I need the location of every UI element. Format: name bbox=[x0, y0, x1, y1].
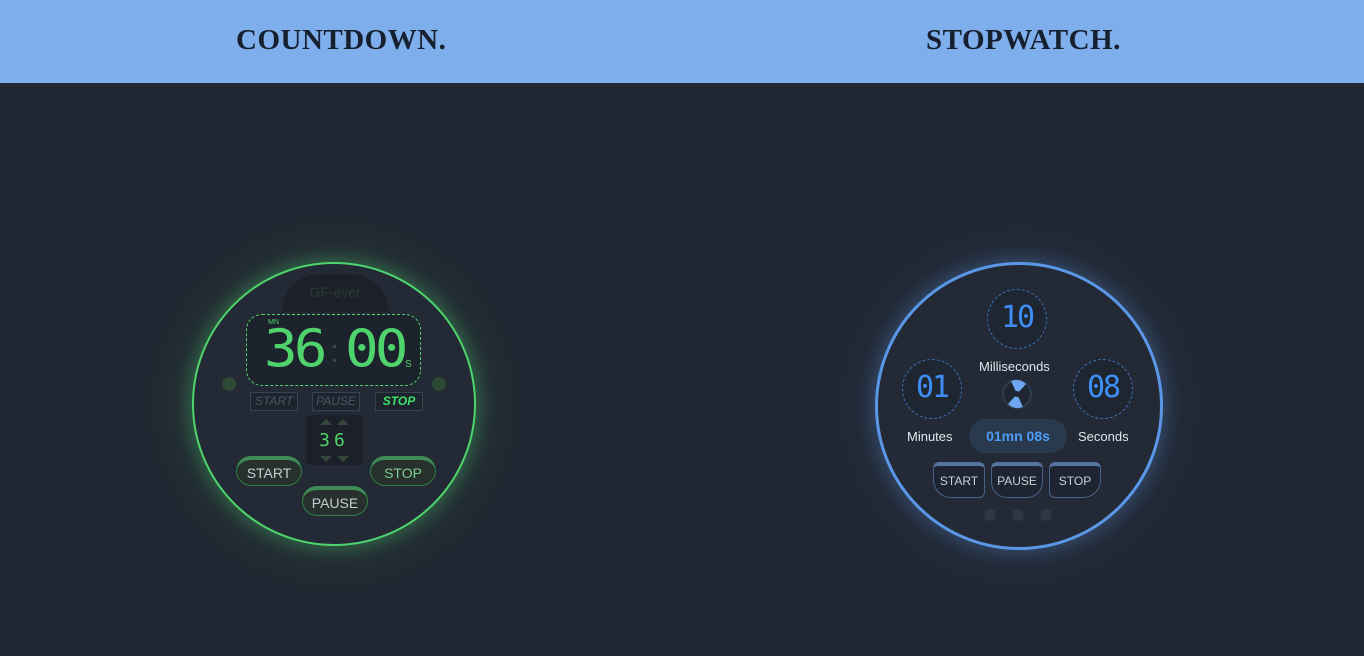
units-up-arrow-icon[interactable] bbox=[337, 419, 349, 425]
countdown-brand: GF-ever bbox=[282, 274, 388, 312]
left-indicator-dot bbox=[222, 377, 236, 391]
countdown-minutes: 36 bbox=[264, 319, 327, 380]
units-down-arrow-icon[interactable] bbox=[337, 456, 349, 462]
state-stop-indicator: STOP bbox=[375, 392, 423, 411]
stopwatch-stop-button[interactable]: STOP bbox=[1049, 462, 1101, 498]
state-start-indicator: START bbox=[250, 392, 298, 411]
seconds-dial: 08 bbox=[1073, 359, 1133, 419]
spinner-value[interactable]: 36 bbox=[306, 430, 362, 451]
state-pause-indicator: PAUSE bbox=[312, 392, 360, 411]
milliseconds-label: Milliseconds bbox=[979, 359, 1050, 374]
elapsed-summary: 01mn 08s bbox=[969, 419, 1067, 453]
seconds-unit-label: S bbox=[405, 359, 412, 370]
tens-up-arrow-icon[interactable] bbox=[320, 419, 332, 425]
tens-down-arrow-icon[interactable] bbox=[320, 456, 332, 462]
stopwatch-title: STOPWATCH. bbox=[926, 24, 1121, 56]
right-indicator-dot bbox=[432, 377, 446, 391]
countdown-pause-button[interactable]: PAUSE bbox=[302, 486, 368, 516]
countdown-stop-button[interactable]: STOP bbox=[370, 456, 436, 486]
countdown-widget: GF-ever MN 36 : 00 S START PAUSE STOP 36… bbox=[192, 262, 476, 546]
countdown-display: MN 36 : 00 S bbox=[246, 314, 421, 386]
seconds-value: 08 bbox=[1086, 370, 1121, 405]
spinner-icon bbox=[1002, 379, 1032, 409]
countdown-colon: : bbox=[330, 333, 339, 369]
milliseconds-value: 10 bbox=[1000, 300, 1035, 335]
countdown-seconds: 00 bbox=[345, 319, 408, 380]
page-dot[interactable] bbox=[1040, 509, 1052, 521]
minutes-label: Minutes bbox=[907, 429, 953, 444]
page-dot[interactable] bbox=[984, 509, 996, 521]
minutes-dial: 01 bbox=[902, 359, 962, 419]
page-dot[interactable] bbox=[1012, 509, 1024, 521]
stopwatch-start-button[interactable]: START bbox=[933, 462, 985, 498]
seconds-label: Seconds bbox=[1078, 429, 1129, 444]
stopwatch-widget: 10 Milliseconds 01 Minutes 08 Seconds 01… bbox=[875, 262, 1163, 550]
stopwatch-pause-button[interactable]: PAUSE bbox=[991, 462, 1043, 498]
minutes-spinner[interactable]: 36 bbox=[306, 415, 362, 465]
minutes-value: 01 bbox=[915, 370, 950, 405]
countdown-start-button[interactable]: START bbox=[236, 456, 302, 486]
milliseconds-dial: 10 bbox=[987, 289, 1047, 349]
countdown-title: COUNTDOWN. bbox=[236, 24, 447, 56]
page-header: COUNTDOWN. STOPWATCH. bbox=[0, 0, 1364, 83]
